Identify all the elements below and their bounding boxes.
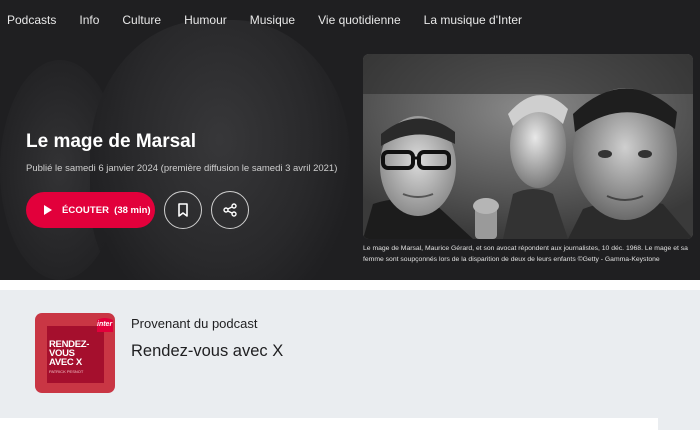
listen-button[interactable]: ÉCOUTER (38 min) [26,192,155,228]
nav-item-humour[interactable]: Humour [184,13,227,27]
inter-logo-text: inter [97,321,113,328]
nav-item-musique[interactable]: Musique [250,13,295,27]
podcast-cover[interactable]: inter RENDEZ- VOUS AVEC X PATRICK PESNOT [35,313,115,393]
bookmark-icon [178,203,188,217]
podcast-cover-title: RENDEZ- VOUS AVEC X [49,339,90,368]
podcast-cover-author: PATRICK PESNOT [49,369,84,374]
from-podcast-label: Provenant du podcast [131,316,258,331]
share-button[interactable] [211,191,249,229]
bottom-divider-right [658,418,700,430]
listen-duration: (38 min) [114,204,151,216]
share-icon [223,203,237,217]
nav-item-vie-quotidienne[interactable]: Vie quotidienne [318,13,401,27]
play-icon [44,205,52,215]
bottom-divider [0,418,658,430]
podcast-name-link[interactable]: Rendez-vous avec X [131,342,283,361]
nav-item-musique-inter[interactable]: La musique d'Inter [424,13,522,27]
publication-date: Publié le samedi 6 janvier 2024 (premièr… [26,163,338,174]
episode-photo-illustration [363,54,693,239]
nav-item-podcasts[interactable]: Podcasts [7,13,56,27]
photo-caption: Le mage de Marsal, Maurice Gérard, et so… [363,245,688,263]
episode-hero: Podcasts Info Culture Humour Musique Vie… [0,0,700,280]
nav-item-culture[interactable]: Culture [122,13,161,27]
nav-item-info[interactable]: Info [79,13,99,27]
episode-photo [363,54,693,239]
top-navigation: Podcasts Info Culture Humour Musique Vie… [0,0,700,40]
listen-label: ÉCOUTER [62,204,110,216]
episode-title: Le mage de Marsal [26,131,197,152]
bookmark-button[interactable] [164,191,202,229]
